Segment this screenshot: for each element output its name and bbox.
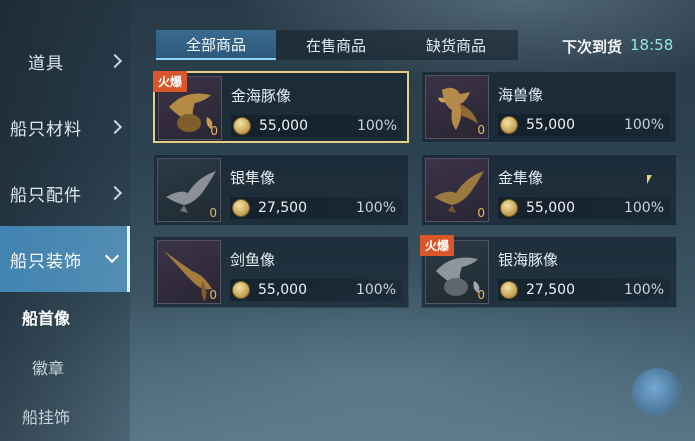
price-percent: 100% bbox=[355, 200, 396, 216]
item-card-golden-falcon[interactable]: 0 金隼像 55,000 100% bbox=[421, 154, 677, 226]
item-price: 55,000 bbox=[258, 282, 307, 298]
chevron-right-icon bbox=[107, 53, 123, 69]
coin-icon bbox=[500, 281, 518, 299]
tab-all-items[interactable]: 全部商品 bbox=[156, 30, 276, 60]
price-row: 55,000 100% bbox=[231, 115, 403, 137]
item-name: 剑鱼像 bbox=[230, 251, 276, 269]
price-percent: 100% bbox=[623, 117, 664, 133]
subcategory-label: 徽章 bbox=[32, 359, 65, 378]
sidebar-item-ship-parts[interactable]: 船只配件 bbox=[0, 160, 130, 226]
price-row: 55,000 100% bbox=[498, 197, 670, 219]
item-thumbnail: 0 bbox=[425, 75, 489, 139]
subcategory-emblem[interactable]: 徽章 bbox=[0, 347, 120, 387]
item-card-silver-dolphin[interactable]: 0 火爆 银海豚像 27,500 100% bbox=[420, 235, 677, 308]
price-row: 27,500 100% bbox=[230, 197, 402, 219]
subcategory-label: 船首像 bbox=[22, 309, 71, 328]
coin-icon bbox=[233, 117, 251, 135]
restock-time: 18:58 bbox=[630, 36, 674, 54]
price-percent: 100% bbox=[356, 118, 397, 134]
item-name: 银海豚像 bbox=[498, 251, 559, 269]
owned-count: 0 bbox=[209, 206, 217, 220]
sidebar-item-label: 船只配件 bbox=[10, 185, 82, 206]
price-row: 55,000 100% bbox=[498, 114, 670, 136]
item-name: 海兽像 bbox=[498, 86, 544, 104]
owned-count: 0 bbox=[210, 124, 218, 138]
subcategory-label: 船挂饰 bbox=[22, 408, 71, 427]
item-card-sea-beast[interactable]: 0 海兽像 55,000 100% bbox=[421, 71, 677, 143]
category-sidebar: 道具 船只材料 船只配件 船只装饰 船首像 徽章 船挂饰 bbox=[0, 0, 130, 441]
item-name: 银隼像 bbox=[230, 169, 276, 187]
item-thumbnail: 0 bbox=[157, 240, 221, 304]
coin-icon bbox=[232, 281, 250, 299]
sidebar-item-label: 道具 bbox=[28, 53, 64, 74]
sidebar-item-ship-materials[interactable]: 船只材料 bbox=[0, 94, 130, 160]
shop-tabs: 全部商品 在售商品 缺货商品 bbox=[156, 30, 518, 60]
price-percent: 100% bbox=[355, 282, 396, 298]
owned-count: 0 bbox=[477, 288, 485, 302]
sidebar-item-label: 船只材料 bbox=[10, 119, 82, 140]
glowing-orb-icon bbox=[632, 368, 682, 418]
restock-timer: 下次到货 18:58 bbox=[562, 36, 673, 57]
price-row: 55,000 100% bbox=[230, 279, 402, 301]
item-card-silver-falcon[interactable]: 0 银隼像 27,500 100% bbox=[153, 154, 409, 226]
owned-count: 0 bbox=[477, 206, 485, 220]
chevron-right-icon bbox=[107, 185, 123, 201]
subcategory-figurehead[interactable]: 船首像 bbox=[0, 297, 120, 337]
item-thumbnail: 0 bbox=[425, 158, 489, 222]
mouse-cursor-icon bbox=[647, 175, 652, 184]
item-name: 金隼像 bbox=[498, 169, 544, 187]
sidebar-item-tools[interactable]: 道具 bbox=[0, 28, 130, 94]
price-percent: 100% bbox=[623, 200, 664, 216]
restock-label: 下次到货 bbox=[562, 38, 623, 56]
sidebar-item-ship-decorations[interactable]: 船只装饰 bbox=[0, 226, 130, 292]
item-card-swordfish[interactable]: 0 剑鱼像 55,000 100% bbox=[153, 236, 409, 308]
item-price: 55,000 bbox=[526, 117, 575, 133]
subcategory-ship-pendant[interactable]: 船挂饰 bbox=[0, 396, 120, 436]
hot-badge: 火爆 bbox=[420, 235, 455, 256]
coin-icon bbox=[232, 199, 250, 217]
coin-icon bbox=[500, 116, 518, 134]
item-price: 27,500 bbox=[526, 282, 575, 298]
coin-icon bbox=[500, 199, 518, 217]
owned-count: 0 bbox=[477, 123, 485, 137]
tab-out-of-stock[interactable]: 缺货商品 bbox=[396, 30, 516, 60]
item-thumbnail: 0 bbox=[157, 158, 221, 222]
price-percent: 100% bbox=[623, 282, 664, 298]
item-name: 金海豚像 bbox=[231, 87, 292, 105]
item-card-golden-dolphin[interactable]: 0 火爆 金海豚像 55,000 100% bbox=[153, 71, 409, 143]
price-row: 27,500 100% bbox=[498, 279, 670, 301]
item-price: 55,000 bbox=[259, 118, 308, 134]
owned-count: 0 bbox=[209, 288, 217, 302]
hot-badge: 火爆 bbox=[153, 71, 188, 92]
tab-on-sale[interactable]: 在售商品 bbox=[276, 30, 396, 60]
sidebar-item-label: 船只装饰 bbox=[10, 251, 82, 272]
chevron-down-icon bbox=[104, 248, 120, 264]
item-price: 55,000 bbox=[526, 200, 575, 216]
chevron-right-icon bbox=[107, 119, 123, 135]
item-price: 27,500 bbox=[258, 200, 307, 216]
